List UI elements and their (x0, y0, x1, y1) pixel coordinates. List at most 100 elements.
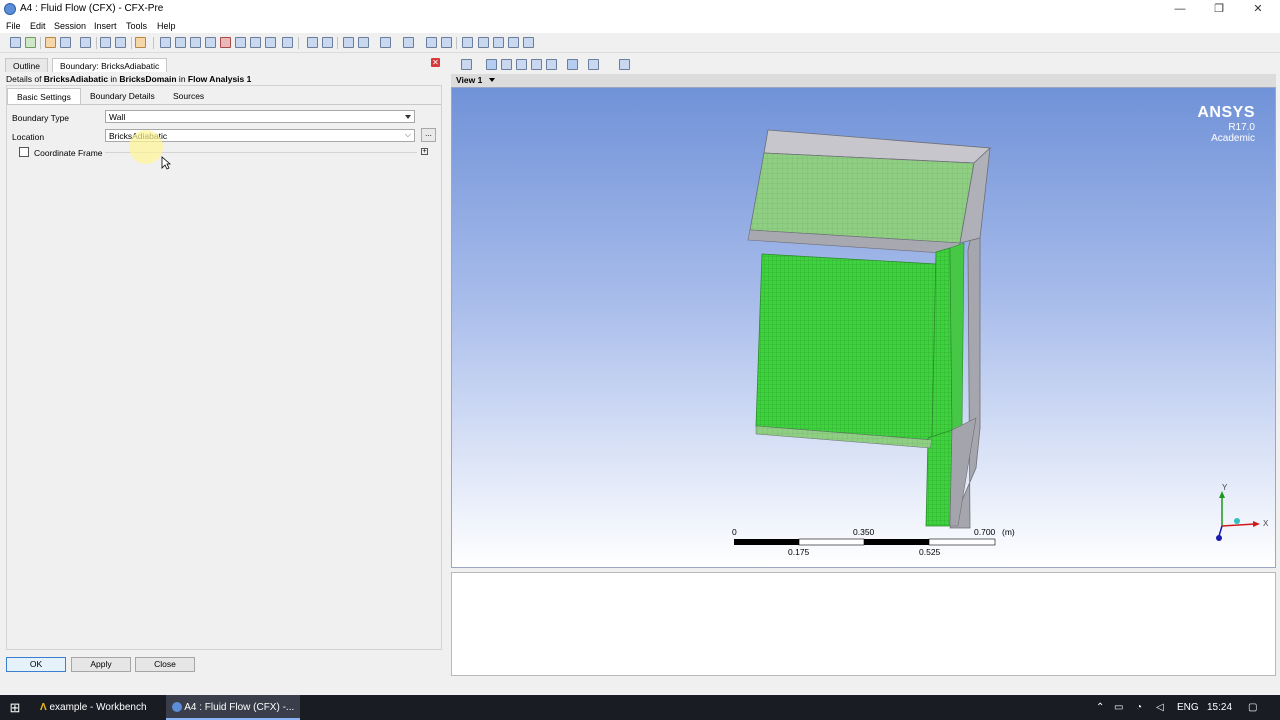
solver-control-icon[interactable] (322, 37, 333, 48)
notifications-icon[interactable]: ▢ (1248, 695, 1257, 720)
menu-edit[interactable]: Edit (30, 21, 46, 31)
write-solver-icon[interactable] (441, 37, 452, 48)
viewer-toolbar (451, 56, 1280, 74)
solve-icon[interactable] (426, 37, 437, 48)
viewport-layout-icon[interactable] (588, 59, 599, 70)
tab-boundary-details[interactable]: Boundary Details (81, 88, 164, 104)
refresh-icon[interactable] (25, 37, 36, 48)
tab-outline[interactable]: Outline (5, 58, 48, 72)
import-mesh-icon[interactable] (45, 37, 56, 48)
material-icon[interactable] (235, 37, 246, 48)
coordinate-frame-checkbox[interactable] (19, 147, 29, 157)
chevron-down-icon: ⌵ (404, 130, 411, 139)
menu-help[interactable]: Help (157, 21, 176, 31)
tab-basic-settings[interactable]: Basic Settings (7, 88, 81, 104)
domain-icon[interactable] (160, 37, 171, 48)
close-window-button[interactable]: ✕ (1246, 2, 1270, 16)
output-control-icon[interactable] (343, 37, 354, 48)
minimize-button[interactable]: — (1168, 2, 1192, 16)
scale-label-525: 0.525 (919, 547, 941, 557)
tab-sources[interactable]: Sources (164, 88, 213, 104)
menu-bar: File Edit Session Insert Tools Help (0, 19, 1280, 33)
mesh-transform-icon[interactable] (80, 37, 91, 48)
main-toolbar (0, 33, 1280, 53)
view-copy-icon[interactable] (523, 37, 534, 48)
view-layout-icon[interactable] (493, 37, 504, 48)
view-fit-icon[interactable] (462, 37, 473, 48)
battery-icon[interactable]: ▭ (1114, 695, 1123, 720)
timer-icon[interactable] (307, 37, 318, 48)
axis-y-label: Y (1222, 483, 1228, 492)
cursor-highlight (129, 130, 163, 164)
clock[interactable]: 15:24 (1207, 695, 1232, 720)
mouse-cursor-icon (161, 156, 171, 170)
tab-boundary[interactable]: Boundary: BricksAdiabatic (52, 58, 168, 72)
taskbar: ⊞ Λ example - Workbench A4 : Fluid Flow … (0, 695, 1280, 720)
view-dropdown-arrow-icon[interactable] (489, 78, 495, 82)
tray-chevron-icon[interactable]: ⌃ (1096, 695, 1104, 720)
source-point-icon[interactable] (220, 37, 231, 48)
axis-x-label: X (1263, 519, 1269, 528)
monitor-icon[interactable] (358, 37, 369, 48)
axis-triad-icon (1216, 491, 1260, 541)
taskbar-cfx-pre[interactable]: A4 : Fluid Flow (CFX) -... (166, 695, 300, 720)
subdomain-icon[interactable] (205, 37, 216, 48)
view-label: View 1 (456, 75, 483, 85)
function-icon[interactable] (282, 37, 293, 48)
dropdown-arrow-icon (405, 115, 411, 119)
location-browse-button[interactable]: ... (421, 128, 436, 142)
view-split-icon[interactable] (508, 37, 519, 48)
maximize-button[interactable]: ❐ (1207, 2, 1231, 16)
expand-icon[interactable]: + (421, 148, 428, 155)
save-icon[interactable] (10, 37, 21, 48)
undo-icon[interactable] (100, 37, 111, 48)
select-icon[interactable] (461, 59, 472, 70)
menu-insert[interactable]: Insert (94, 21, 117, 31)
scale-label-175: 0.175 (788, 547, 810, 557)
scale-label-0: 0 (732, 527, 737, 537)
menu-file[interactable]: File (6, 21, 21, 31)
mesh-tools-icon[interactable] (60, 37, 71, 48)
zoom-icon[interactable] (516, 59, 527, 70)
redo-icon[interactable] (115, 37, 126, 48)
plane-icon[interactable] (403, 37, 414, 48)
ok-button[interactable]: OK (6, 657, 66, 672)
apply-button[interactable]: Apply (71, 657, 131, 672)
close-tab-icon[interactable]: ✕ (431, 58, 440, 67)
interface-icon[interactable] (190, 37, 201, 48)
close-button[interactable]: Close (135, 657, 195, 672)
boundary-type-select[interactable]: Wall (105, 110, 415, 123)
menu-session[interactable]: Session (54, 21, 86, 31)
settings-body: Basic Settings Boundary Details Sources … (6, 85, 442, 650)
workbench-icon: Λ (40, 702, 47, 713)
volume-icon[interactable]: ◁ (1156, 695, 1164, 720)
zoom-box-icon[interactable] (531, 59, 542, 70)
view-axes-icon[interactable] (478, 37, 489, 48)
scale-label-350: 0.350 (853, 527, 875, 537)
axis-icon[interactable] (619, 59, 630, 70)
taskbar-workbench[interactable]: Λ example - Workbench (34, 695, 162, 720)
details-header: Details of BricksAdiabatic in BricksDoma… (6, 74, 252, 84)
edit-icon[interactable] (135, 37, 146, 48)
scale-unit: (m) (1002, 527, 1015, 537)
location-icon[interactable] (380, 37, 391, 48)
view-label-bar[interactable]: View 1 (451, 74, 1276, 87)
title-bar: A4 : Fluid Flow (CFX) - CFX-Pre — ❐ ✕ (0, 0, 1280, 19)
boundary-name: BricksAdiabatic (43, 74, 109, 84)
column-side (949, 242, 965, 431)
boundary-type-value: Wall (109, 112, 126, 122)
pan-icon[interactable] (501, 59, 512, 70)
wifi-icon[interactable]: ◔ (1136, 695, 1142, 720)
geometry-model (747, 129, 991, 529)
zoom-fit-icon[interactable] (546, 59, 557, 70)
boundary-icon[interactable] (175, 37, 186, 48)
windows-start-icon[interactable]: ⊞ (0, 695, 30, 720)
analysis-name: Flow Analysis 1 (187, 74, 252, 84)
menu-tools[interactable]: Tools (126, 21, 147, 31)
reaction-icon[interactable] (250, 37, 261, 48)
language-indicator[interactable]: ENG (1177, 695, 1199, 720)
expression-icon[interactable] (265, 37, 276, 48)
highlight-icon[interactable] (567, 59, 578, 70)
rotate-icon[interactable] (486, 59, 497, 70)
3d-viewport[interactable]: ANSYS R17.0 Academic 0 0.350 0.700 (m) 0… (451, 87, 1276, 568)
